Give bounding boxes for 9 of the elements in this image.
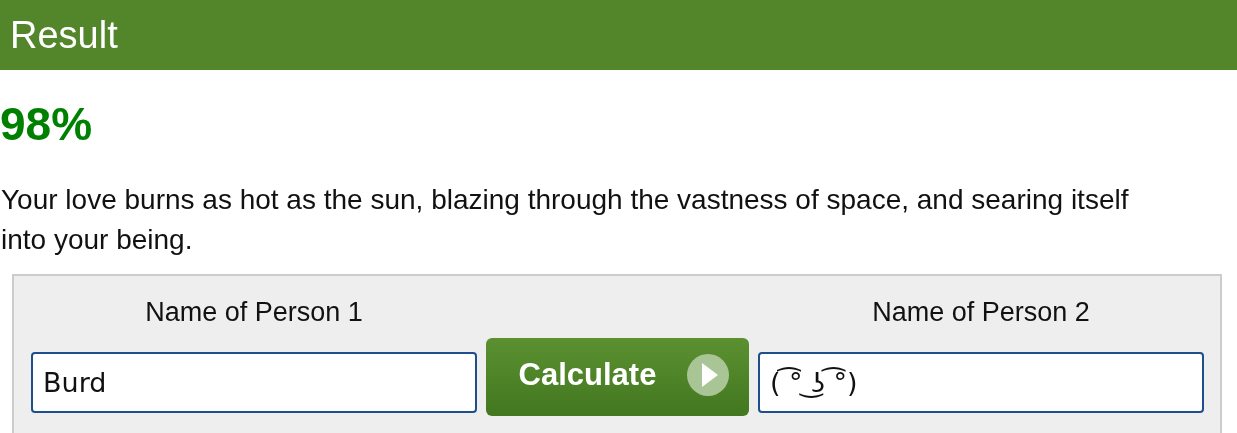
section-title: Result [10,13,118,57]
calculate-button[interactable]: Calculate [486,338,749,416]
name-input-field[interactable]: Burd [31,352,477,413]
field-label: Name of Person 2 [872,296,1090,329]
play-icon [686,353,731,397]
field-label: Name of Person 1 [145,296,363,329]
result-percent: 98% [0,97,94,152]
name-input-field[interactable]: ( ͡° ͜ʖ ͡°) [758,352,1204,413]
result-message: Your love burns as hot as the sun, blazing through the vastness of space, and searing itself into your being. [1,183,1130,257]
